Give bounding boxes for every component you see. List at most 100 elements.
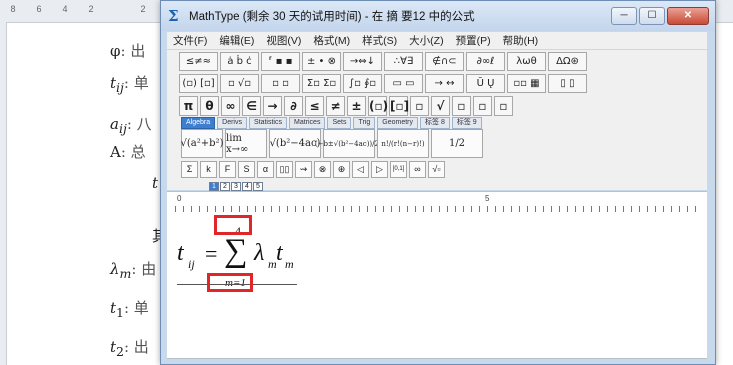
box-templates-button[interactable]: ▯ ▯ xyxy=(548,74,587,93)
symbol-alpha[interactable]: α xyxy=(257,161,274,178)
fence-templates-button[interactable]: (▫) [▫] xyxy=(179,74,218,93)
menu-preferences[interactable]: 预置(P) xyxy=(450,33,497,48)
menu-view[interactable]: 视图(V) xyxy=(260,33,307,48)
menu-help[interactable]: 帮助(H) xyxy=(497,33,545,48)
doc-line: t xyxy=(152,174,159,192)
formula-lhs-subscript: ij xyxy=(188,257,195,271)
product-templates-button[interactable]: Ū Ų xyxy=(466,74,505,93)
tab-derivs[interactable]: Derivs xyxy=(217,117,247,129)
title-bar[interactable]: Σ MathType (剩余 30 天的试用时间) - 在 摘 要12 中的公式… xyxy=(161,1,715,31)
integral-templates-button[interactable]: ∫▫ ∮▫ xyxy=(343,74,382,93)
symbol-triangle-left[interactable]: ◁ xyxy=(352,161,369,178)
symbol-interval[interactable]: [0,1] xyxy=(390,161,407,178)
template-quadratic[interactable]: (−b±√(b²−4ac))/2a xyxy=(315,129,383,158)
symbol-s[interactable]: S xyxy=(238,161,255,178)
tab-algebra[interactable]: Algebra xyxy=(181,117,216,129)
embellishments-palette-button[interactable]: ⸢ ▪ ▪ xyxy=(261,52,300,71)
sets-palette-button[interactable]: ∉∩⊂ xyxy=(425,52,464,71)
sub-superscript-button[interactable]: ▫ xyxy=(494,96,513,116)
size-5-button[interactable]: 5 xyxy=(253,182,263,191)
pi-button[interactable]: π xyxy=(179,96,198,116)
symbol-otimes[interactable]: ⊗ xyxy=(314,161,331,178)
template-limit[interactable]: lim x→∞ xyxy=(225,129,267,158)
matrix-templates-button[interactable]: ▫▫ ▦ xyxy=(507,74,546,93)
doc-line: tij: 单 xyxy=(110,74,149,95)
mathtype-window[interactable]: Σ MathType (剩余 30 天的试用时间) - 在 摘 要12 中的公式… xyxy=(160,0,716,365)
summation-templates-button[interactable]: Σ▫ Σ▫ xyxy=(302,74,341,93)
greek-lower-palette-button[interactable]: λωθ xyxy=(507,52,546,71)
right-arrow-button[interactable]: → xyxy=(263,96,282,116)
formula-t-subscript: m xyxy=(285,257,294,271)
palette-row-1: ≤≠≈ ȧ ḃ ċ ⸢ ▪ ▪ ± • ⊗ →⇔↓ ∴∀∃ ∉∩⊂ ∂∞ℓ λω… xyxy=(179,52,587,71)
spaces-palette-button[interactable]: ȧ ḃ ċ xyxy=(220,52,259,71)
minimize-button[interactable]: ─ xyxy=(611,7,637,25)
partial-button[interactable]: ∂ xyxy=(284,96,303,116)
size-3-button[interactable]: 3 xyxy=(231,182,241,191)
fraction-button[interactable]: ▫ xyxy=(410,96,429,116)
symbol-oplus[interactable]: ⊕ xyxy=(333,161,350,178)
greek-upper-palette-button[interactable]: ΔΩ⊛ xyxy=(548,52,587,71)
tab-geometry[interactable]: Geometry xyxy=(377,117,418,129)
element-of-button[interactable]: ∈ xyxy=(242,96,261,116)
symbol-wave-arrow[interactable]: ⇝ xyxy=(295,161,312,178)
plus-minus-button[interactable]: ± xyxy=(347,96,366,116)
brackets-button[interactable]: [▫] xyxy=(389,96,409,116)
document-left-margin xyxy=(0,22,7,365)
palette-row-2: (▫) [▫] ▫ √▫ ▫ ▫ Σ▫ Σ▫ ∫▫ ∮▫ ▭ ▭ → ↔ Ū Ų… xyxy=(179,74,587,93)
window-title: MathType (剩余 30 天的试用时间) - 在 摘 要12 中的公式 xyxy=(189,11,475,23)
symbol-sqrt[interactable]: √▫ xyxy=(428,161,445,178)
not-equal-button[interactable]: ≠ xyxy=(326,96,345,116)
misc-palette-button[interactable]: ∂∞ℓ xyxy=(466,52,505,71)
infinity-button[interactable]: ∞ xyxy=(221,96,240,116)
menu-file[interactable]: 文件(F) xyxy=(167,33,213,48)
symbol-triangle-right[interactable]: ▷ xyxy=(371,161,388,178)
doc-line: φ: 出 xyxy=(110,42,146,60)
doc-line: t1: 单 xyxy=(110,299,149,320)
template-pythagoras[interactable]: √(a²+b²) xyxy=(181,129,223,158)
arrow-templates-button[interactable]: → ↔ xyxy=(425,74,464,93)
parentheses-button[interactable]: (▫) xyxy=(368,96,388,116)
size-4-button[interactable]: 4 xyxy=(242,182,252,191)
arrows-palette-button[interactable]: →⇔↓ xyxy=(343,52,382,71)
fraction-radical-templates-button[interactable]: ▫ √▫ xyxy=(220,74,259,93)
relations-palette-button[interactable]: ≤≠≈ xyxy=(179,52,218,71)
script-templates-button[interactable]: ▫ ▫ xyxy=(261,74,300,93)
template-combination[interactable]: n!/(r!(n−r)!) xyxy=(377,129,429,158)
symbol-box[interactable]: ▯▯ xyxy=(276,161,293,178)
operators-palette-button[interactable]: ± • ⊗ xyxy=(302,52,341,71)
editor-ruler[interactable]: 0 5 xyxy=(167,191,707,213)
template-discriminant[interactable]: √(b²−4ac) xyxy=(269,129,321,158)
formula-lhs: t xyxy=(177,240,184,266)
subscript-button[interactable]: ▫ xyxy=(473,96,492,116)
size-1-button[interactable]: 1 xyxy=(209,182,219,191)
tab-statistics[interactable]: Statistics xyxy=(248,117,287,129)
template-half[interactable]: 1/2 xyxy=(431,129,483,158)
tab-trig[interactable]: Trig xyxy=(353,117,376,129)
template-row: √(a²+b²) lim x→∞ √(b²−4ac) (−b±√(b²−4ac)… xyxy=(181,129,483,158)
sqrt-button[interactable]: √ xyxy=(431,96,450,116)
size-2-button[interactable]: 2 xyxy=(220,182,230,191)
symbol-infinity[interactable]: ∞ xyxy=(409,161,426,178)
symbol-f[interactable]: F xyxy=(219,161,236,178)
ruler-label: 5 xyxy=(485,194,490,203)
menu-format[interactable]: 格式(M) xyxy=(307,33,356,48)
maximize-button[interactable]: ☐ xyxy=(639,7,665,25)
symbol-sigma[interactable]: Σ xyxy=(181,161,198,178)
superscript-button[interactable]: ▫ xyxy=(452,96,471,116)
symbol-toolbar: ≤≠≈ ȧ ḃ ċ ⸢ ▪ ▪ ± • ⊗ →⇔↓ ∴∀∃ ∉∩⊂ ∂∞ℓ λω… xyxy=(167,50,707,191)
tab-8[interactable]: 标签 8 xyxy=(420,117,450,129)
bar-templates-button[interactable]: ▭ ▭ xyxy=(384,74,423,93)
lower-limit-highlight xyxy=(207,273,253,292)
less-equal-button[interactable]: ≤ xyxy=(305,96,324,116)
tab-sets[interactable]: Sets xyxy=(327,117,352,129)
logic-palette-button[interactable]: ∴∀∃ xyxy=(384,52,423,71)
symbol-k[interactable]: k xyxy=(200,161,217,178)
menu-edit[interactable]: 编辑(E) xyxy=(213,33,260,48)
menu-size[interactable]: 大小(Z) xyxy=(403,33,449,48)
close-button[interactable]: ✕ xyxy=(667,7,709,25)
menu-style[interactable]: 样式(S) xyxy=(356,33,403,48)
tab-9[interactable]: 标签 9 xyxy=(451,117,482,129)
theta-button[interactable]: θ xyxy=(200,96,219,116)
tab-matrices[interactable]: Matrices xyxy=(289,117,326,129)
equation-editor[interactable]: t ij = ∑ 4 m=1 λ m t m xyxy=(167,212,707,359)
